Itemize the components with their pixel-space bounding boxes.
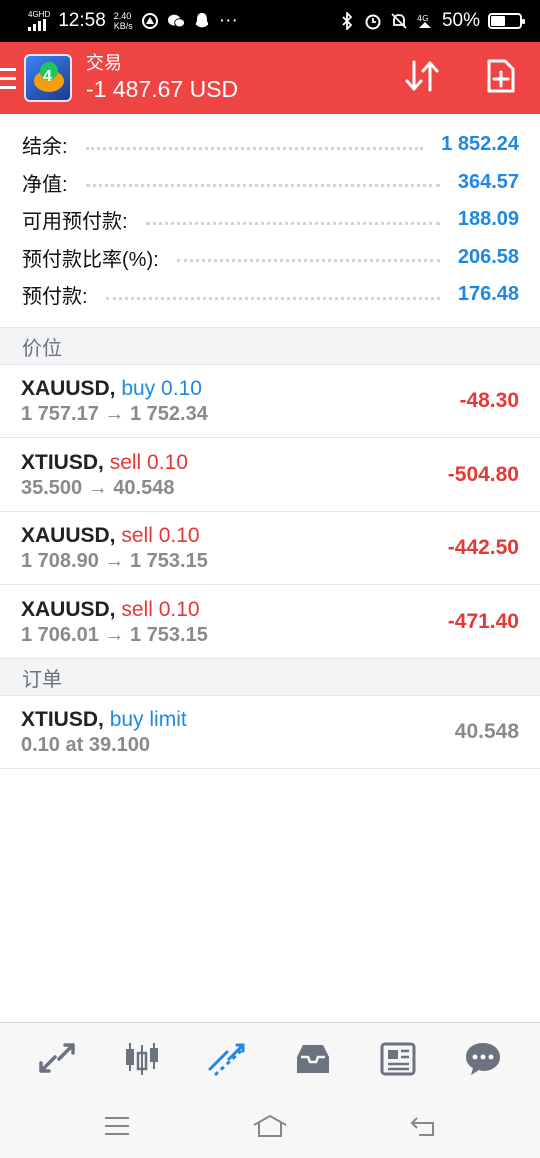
- battery-percent: 50%: [441, 10, 480, 31]
- summary-row-margin-level: 预付款比率(%): 206.58: [0, 239, 540, 277]
- dotted-leader: [85, 140, 424, 150]
- position-prices: 1 706.01 → 1 753.15: [21, 624, 208, 646]
- chat-icon[interactable]: [457, 1033, 509, 1085]
- home-icon[interactable]: [250, 1106, 290, 1146]
- clock: 12:58: [58, 10, 106, 31]
- position-profit: -48.30: [459, 389, 519, 412]
- floating-pl: -1 487.67 USD: [86, 76, 239, 102]
- order-detail: 0.10 at 39.100: [21, 734, 150, 756]
- summary-label: 净值:: [22, 173, 68, 196]
- position-symbol: XAUUSD,: [21, 524, 116, 547]
- status-bar: 4GHD 12:58 2.40 KB/s ··· 4G 50%: [0, 0, 540, 42]
- summary-value: 176.48: [457, 283, 519, 306]
- alarm-icon: [364, 12, 382, 30]
- battery-icon: [488, 13, 525, 29]
- summary-value: 188.09: [457, 208, 519, 231]
- position-side: sell 0.10: [121, 598, 200, 621]
- wechat-icon: [167, 12, 185, 30]
- new-order-icon[interactable]: [486, 58, 516, 99]
- position-prices: 35.500 → 40.548: [21, 477, 175, 499]
- position-symbol: XAUUSD,: [21, 598, 116, 621]
- position-side: sell 0.10: [121, 524, 200, 547]
- section-header-orders: 订单: [0, 658, 540, 696]
- back-icon[interactable]: [403, 1106, 443, 1146]
- position-row[interactable]: XAUUSD, buy 0.10 1 757.17 → 1 752.34 -48…: [0, 365, 540, 438]
- position-row[interactable]: XAUUSD, sell 0.10 1 708.90 → 1 753.15 -4…: [0, 512, 540, 585]
- position-row[interactable]: XAUUSD, sell 0.10 1 706.01 → 1 753.15 -4…: [0, 586, 540, 659]
- quotes-icon[interactable]: [31, 1033, 83, 1085]
- position-profit: -471.40: [447, 610, 519, 633]
- svg-text:4G: 4G: [417, 14, 428, 23]
- summary-label: 可用预付款:: [22, 211, 128, 234]
- order-type: buy limit: [109, 708, 187, 731]
- page-title: 交易: [86, 53, 122, 73]
- sort-icon[interactable]: [402, 58, 442, 99]
- order-row[interactable]: XTIUSD, buy limit 0.10 at 39.100 40.548: [0, 696, 540, 769]
- speed-unit: KB/s: [113, 21, 133, 31]
- account-summary: 结余: 1 852.24 净值: 364.57 可用预付款: 188.09 预付…: [0, 114, 540, 314]
- summary-label: 预付款:: [22, 286, 88, 309]
- speed-value: 2.40: [113, 11, 132, 21]
- more-notifications-icon: ···: [218, 10, 238, 31]
- summary-value: 1 852.24: [441, 133, 519, 156]
- position-prices: 1 708.90 → 1 753.15: [21, 550, 208, 572]
- dotted-leader: [105, 290, 440, 300]
- position-symbol: XAUUSD,: [21, 377, 116, 400]
- position-profit: -442.50: [447, 536, 519, 559]
- qq-icon: [193, 12, 211, 30]
- system-nav-bar: [0, 1094, 540, 1158]
- position-side: sell 0.10: [109, 451, 188, 474]
- network-type: 4GHD: [28, 10, 51, 19]
- news-icon[interactable]: [372, 1033, 424, 1085]
- summary-row-equity: 净值: 364.57: [0, 164, 540, 202]
- app-logo: 4: [24, 54, 72, 102]
- bluetooth-icon: [338, 12, 356, 30]
- app-header: 4 交易 -1 487.67 USD: [0, 42, 540, 114]
- summary-label: 结余:: [22, 136, 68, 159]
- signal-icon: 4GHD: [28, 11, 50, 31]
- summary-label: 预付款比率(%):: [22, 248, 159, 271]
- order-symbol: XTIUSD,: [21, 708, 104, 731]
- position-row[interactable]: XTIUSD, sell 0.10 35.500 → 40.548 -504.8…: [0, 439, 540, 512]
- dotted-leader: [85, 177, 440, 188]
- summary-value: 364.57: [457, 170, 519, 193]
- 4g-icon: 4G: [416, 12, 434, 30]
- trade-icon[interactable]: [201, 1033, 253, 1085]
- position-symbol: XTIUSD,: [21, 451, 104, 474]
- menu-icon[interactable]: [0, 58, 18, 98]
- section-header-positions: 价位: [0, 327, 540, 365]
- dotted-leader: [176, 252, 440, 263]
- mute-icon: [390, 12, 408, 30]
- summary-row-margin: 预付款: 176.48: [0, 276, 540, 314]
- position-side: buy 0.10: [121, 377, 202, 400]
- summary-row-balance: 结余: 1 852.24: [0, 126, 540, 164]
- position-profit: -504.80: [447, 463, 519, 486]
- app-notification-icon: [141, 12, 159, 30]
- order-current-price: 40.548: [454, 720, 519, 743]
- bottom-nav: [0, 1022, 540, 1094]
- recent-apps-icon[interactable]: [97, 1106, 137, 1146]
- summary-value: 206.58: [457, 245, 519, 268]
- net-speed: 2.40 KB/s: [114, 11, 133, 31]
- history-icon[interactable]: [287, 1033, 339, 1085]
- summary-row-free-margin: 可用预付款: 188.09: [0, 201, 540, 239]
- chart-icon[interactable]: [116, 1033, 168, 1085]
- dotted-leader: [145, 215, 440, 225]
- position-prices: 1 757.17 → 1 752.34: [21, 403, 208, 425]
